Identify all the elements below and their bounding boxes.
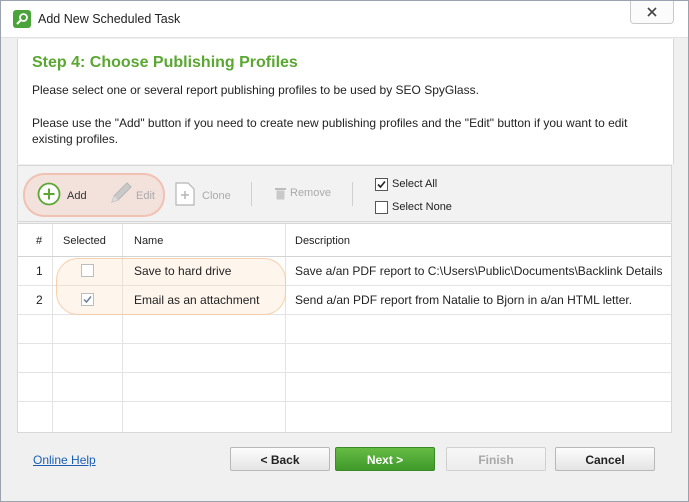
profile-name[interactable]: Email as an attachment xyxy=(134,293,259,307)
checkbox-checked-icon xyxy=(377,180,386,189)
row-select-checkbox[interactable] xyxy=(81,264,94,277)
column-header-name[interactable]: Name xyxy=(134,235,163,247)
close-icon xyxy=(647,7,657,17)
step-description: Please select one or several report publ… xyxy=(32,83,479,97)
edit-label: Edit xyxy=(136,190,155,202)
row-divider xyxy=(18,372,671,373)
column-header-selected[interactable]: Selected xyxy=(63,235,106,247)
title-bar: Add New Scheduled Task xyxy=(1,1,688,38)
back-button[interactable]: < Back xyxy=(230,447,330,471)
app-icon xyxy=(13,10,31,28)
online-help-link[interactable]: Online Help xyxy=(33,453,96,467)
column-header-number[interactable]: # xyxy=(36,235,42,247)
row-number: 2 xyxy=(36,293,43,307)
header-divider xyxy=(18,256,671,257)
finish-button[interactable]: Finish xyxy=(446,447,546,471)
select-none-checkbox[interactable] xyxy=(375,201,388,214)
row-divider xyxy=(18,343,671,344)
add-label: Add xyxy=(67,190,87,202)
dialog-window: Add New Scheduled Task Step 4: Choose Pu… xyxy=(0,0,689,502)
select-none-label[interactable]: Select None xyxy=(392,201,452,213)
select-all-checkbox[interactable] xyxy=(375,178,388,191)
edit-icon xyxy=(111,182,132,203)
profile-description[interactable]: Save a/an PDF report to C:\Users\Public\… xyxy=(295,264,662,278)
profile-description[interactable]: Send a/an PDF report from Natalie to Bjo… xyxy=(295,293,632,307)
column-header-description[interactable]: Description xyxy=(295,235,350,247)
row-divider xyxy=(18,401,671,402)
next-button[interactable]: Next > xyxy=(335,447,435,471)
profiles-toolbar: Add Edit Clone Remove Select All Select … xyxy=(17,165,672,222)
toolbar-separator xyxy=(251,182,252,206)
step-header: Step 4: Choose Publishing Profiles Pleas… xyxy=(17,39,674,164)
remove-label: Remove xyxy=(290,187,331,199)
checkbox-checked-icon xyxy=(83,296,92,304)
toolbar-separator xyxy=(352,182,353,206)
clone-label: Clone xyxy=(202,190,231,202)
window-title: Add New Scheduled Task xyxy=(38,12,181,26)
row-number: 1 xyxy=(36,264,43,278)
clone-icon xyxy=(175,182,195,206)
cancel-button[interactable]: Cancel xyxy=(555,447,655,471)
step-instructions: Please use the "Add" button if you need … xyxy=(32,116,628,146)
remove-icon xyxy=(275,188,286,200)
row-select-checkbox[interactable] xyxy=(81,293,94,306)
select-all-label[interactable]: Select All xyxy=(392,178,437,190)
close-button[interactable] xyxy=(630,1,674,24)
step-title: Step 4: Choose Publishing Profiles xyxy=(32,54,298,71)
add-icon xyxy=(37,182,61,206)
profiles-table: # Selected Name Description 1 Save to ha… xyxy=(17,223,672,433)
profile-name[interactable]: Save to hard drive xyxy=(134,264,231,278)
